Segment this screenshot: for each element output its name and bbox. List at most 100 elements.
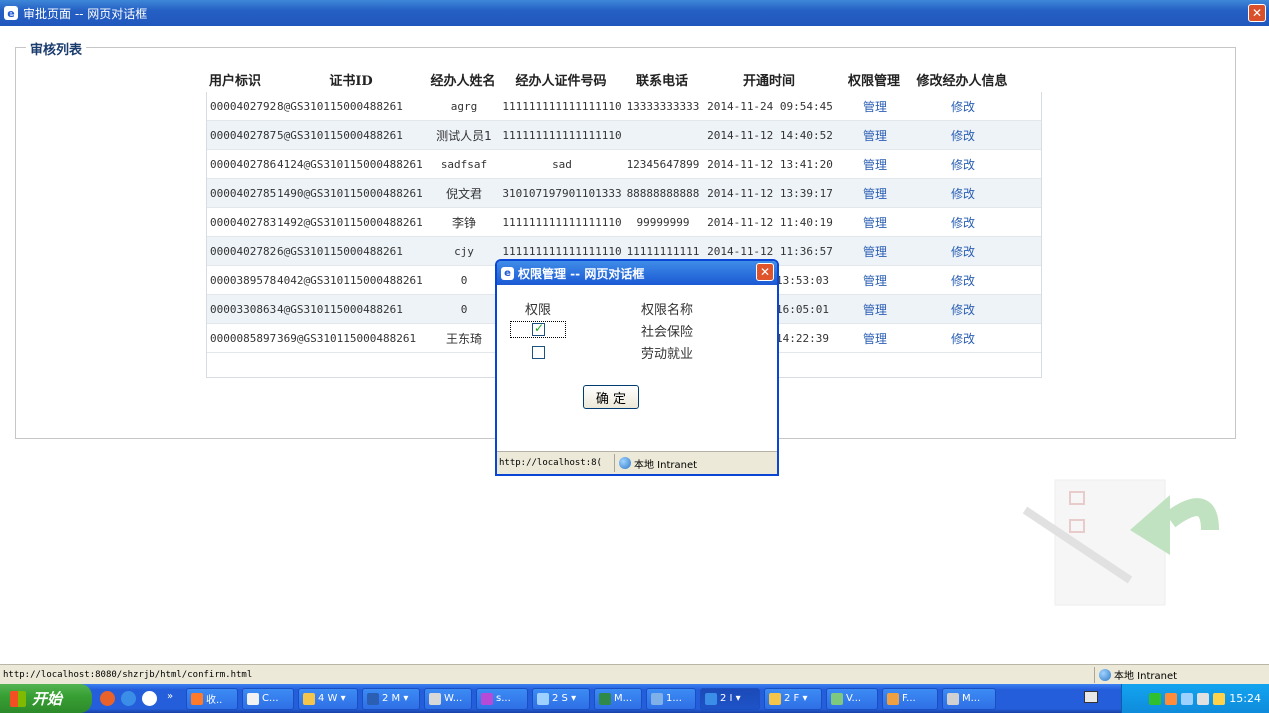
taskbar-button[interactable]: 2 S ▾ — [532, 687, 590, 710]
app-icon — [191, 692, 203, 705]
taskbar-button[interactable]: 1... — [646, 687, 696, 710]
taskbar-button[interactable]: 2 F ▾ — [764, 687, 822, 710]
manage-link[interactable]: 管理 — [837, 98, 913, 115]
dialog-status-url: http://localhost:8( — [497, 454, 615, 472]
start-label: 开始 — [32, 690, 63, 708]
keyboard-icon[interactable] — [1084, 691, 1098, 703]
taskbar-button[interactable]: 收.. — [186, 687, 238, 710]
header-agent-id-number: 经办人证件号码 — [515, 74, 607, 89]
cell-cert-id: 1490@GS310115000488261 — [277, 186, 423, 200]
dialog-status-zone: 本地 Intranet — [615, 456, 697, 471]
close-button[interactable]: ✕ — [1248, 4, 1266, 22]
app-icon — [599, 692, 611, 705]
cell-agent-name: 李铮 — [451, 215, 476, 230]
taskbar-button[interactable]: 2 M ▾ — [362, 687, 420, 710]
zone-label: 本地 Intranet — [1114, 671, 1178, 682]
taskbar-button-active[interactable]: 2 I ▾ — [700, 687, 760, 710]
ok-button[interactable]: 确 定 — [583, 385, 639, 409]
chevron-down-icon: ▾ — [799, 693, 808, 704]
notepad-icon — [247, 692, 259, 705]
windows-flag-icon — [10, 690, 26, 707]
taskbar-button[interactable]: M... — [594, 687, 642, 710]
cell-cert-id: 1492@GS310115000488261 — [277, 215, 423, 229]
cell-agent-id-number: 111111111111111110 — [502, 99, 622, 113]
manage-link[interactable]: 管理 — [837, 127, 913, 144]
folder-icon — [303, 692, 315, 705]
tray-app-icon[interactable] — [1165, 692, 1178, 705]
cell-cert-id: 8@GS310115000488261 — [277, 99, 403, 113]
modify-link[interactable]: 修改 — [913, 156, 1013, 173]
dialog-statusbar: http://localhost:8( 本地 Intranet — [497, 451, 777, 474]
taskbar-button[interactable]: V... — [826, 687, 878, 710]
manage-link[interactable]: 管理 — [837, 156, 913, 173]
table-header: 用户标识 证书ID 经办人姓名 经办人证件号码 联系电话 开通时间 权限管理 修… — [206, 70, 1042, 92]
start-button[interactable]: 开始 — [0, 684, 92, 713]
modify-link[interactable]: 修改 — [913, 243, 1013, 260]
manage-link[interactable]: 管理 — [837, 301, 913, 318]
modify-link[interactable]: 修改 — [913, 272, 1013, 289]
modify-link[interactable]: 修改 — [913, 330, 1013, 347]
cell-user-id: 0000085897 — [210, 331, 277, 345]
dialog-body: 权限 权限名称 社会保险 劳动就业 确 定 — [497, 285, 777, 451]
modify-link[interactable]: 修改 — [913, 185, 1013, 202]
taskbar-button[interactable]: 4 W ▾ — [298, 687, 358, 710]
window-titlebar: e 审批页面 -- 网页对话框 ✕ — [0, 0, 1269, 26]
taskbar-button[interactable]: s... — [476, 687, 528, 710]
cell-agent-id-number: 310107197901101333 — [502, 186, 622, 200]
permission-label-social-insurance: 社会保险 — [641, 325, 694, 340]
taskbar-button[interactable]: F... — [882, 687, 938, 710]
modify-link[interactable]: 修改 — [913, 214, 1013, 231]
fieldset-legend: 审核列表 — [26, 39, 87, 58]
header-agent-name: 经办人姓名 — [430, 74, 496, 89]
header-permission-mgmt: 权限管理 — [847, 74, 900, 89]
cell-phone: 11111111111 — [626, 244, 700, 258]
cell-user-id: 0000402786 — [210, 157, 277, 171]
cell-cert-id: 4124@GS310115000488261 — [277, 157, 423, 171]
cell-cert-id: 4042@GS310115000488261 — [277, 273, 423, 287]
dialog-title: 权限管理 -- 网页对话框 — [518, 266, 645, 281]
taskbar-button[interactable]: C... — [242, 687, 294, 710]
taskbar-button-label: 1... — [666, 693, 682, 704]
modify-link[interactable]: 修改 — [913, 98, 1013, 115]
ie-alt-icon[interactable] — [142, 691, 157, 706]
manage-link[interactable]: 管理 — [837, 272, 913, 289]
modify-link[interactable]: 修改 — [913, 127, 1013, 144]
clock[interactable]: 15:24 — [1229, 692, 1261, 705]
checkbox-labor-employment[interactable] — [532, 346, 545, 359]
manage-link[interactable]: 管理 — [837, 330, 913, 347]
globe-icon — [619, 457, 631, 469]
chevron-down-icon: ▾ — [732, 693, 741, 704]
cell-agent-id-number: 111111111111111110 — [502, 215, 622, 229]
cell-cert-id: 369@GS310115000488261 — [277, 331, 417, 345]
modify-link[interactable]: 修改 — [913, 301, 1013, 318]
taskbar-button-label: 2 S — [552, 693, 568, 704]
manage-link[interactable]: 管理 — [837, 243, 913, 260]
cell-agent-name: 0 — [460, 273, 468, 287]
cell-cert-id: 5@GS310115000488261 — [277, 128, 403, 142]
table-row: 0000402792 8@GS310115000488261 agrg 1111… — [207, 92, 1041, 121]
taskbar-button-label: s... — [496, 693, 511, 704]
checkbox-social-insurance[interactable] — [532, 321, 545, 336]
browser-icon[interactable] — [100, 691, 115, 706]
cell-open-time: 2014-11-12 13:41:20 — [707, 157, 833, 171]
taskbar-button[interactable]: M... — [942, 687, 996, 710]
taskbar-button-label: C... — [262, 693, 279, 704]
taskbar-button[interactable]: W... — [424, 687, 472, 710]
app-icon — [831, 692, 843, 705]
tray-app-icon[interactable] — [1213, 692, 1226, 705]
chevron-right-icon[interactable]: » — [167, 691, 182, 706]
ie-icon: e — [4, 6, 18, 20]
cell-user-id: 0000402782 — [210, 244, 277, 258]
tray-app-icon[interactable] — [1149, 692, 1162, 705]
dialog-close-button[interactable]: ✕ — [756, 263, 774, 281]
ie-icon[interactable] — [121, 691, 136, 706]
globe-icon — [1099, 668, 1111, 681]
header-phone: 联系电话 — [635, 74, 688, 89]
cell-user-id: 0000330863 — [210, 302, 277, 316]
tray-volume-icon[interactable] — [1197, 692, 1210, 705]
manage-link[interactable]: 管理 — [837, 185, 913, 202]
taskbar-button-label: W... — [444, 693, 463, 704]
manage-link[interactable]: 管理 — [837, 214, 913, 231]
tray-network-icon[interactable] — [1181, 692, 1194, 705]
cell-phone: 13333333333 — [626, 99, 700, 113]
